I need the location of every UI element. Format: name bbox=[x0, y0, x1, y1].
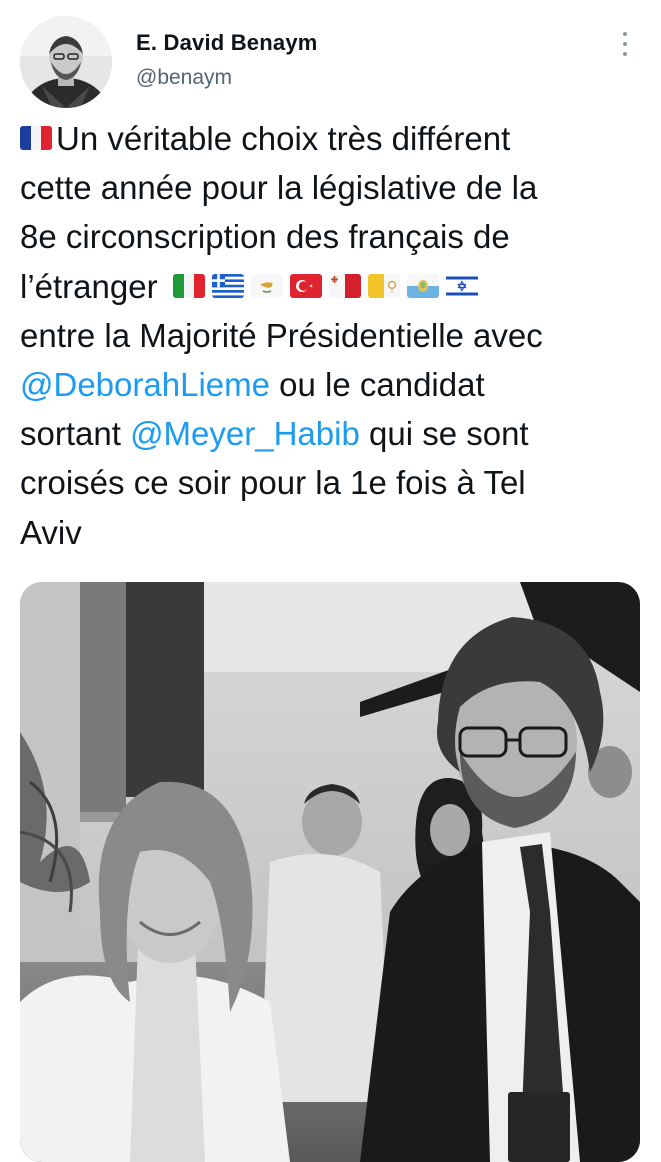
tweet-line-5: entre la Majorité Présidentielle avec bbox=[20, 316, 543, 354]
tweet-line-2: cette année pour la législative de la bbox=[20, 169, 538, 207]
tweet-text: Un véritable choix très différent cette … bbox=[20, 114, 650, 557]
tweet-line: @DeborahLieme ou le candidat bbox=[20, 360, 650, 409]
tweet-line: Un véritable choix très différent bbox=[20, 114, 650, 163]
tweet-line: l’étranger bbox=[20, 262, 650, 311]
mention-deborahlieme-link[interactable]: @DeborahLieme bbox=[20, 366, 270, 403]
tweet-line-6: ou le candidat bbox=[269, 366, 485, 404]
author-handle[interactable]: @benaym bbox=[136, 66, 318, 90]
flag-cyprus-icon bbox=[250, 273, 283, 298]
flag-vatican-icon bbox=[367, 273, 400, 298]
more-options-icon[interactable] bbox=[616, 30, 634, 58]
flag-malta-icon bbox=[328, 273, 361, 298]
flag-san-marino-icon bbox=[406, 273, 439, 298]
tweet-line-8: croisés ce soir pour la 1e fois à Tel bbox=[20, 464, 526, 502]
flag-france-icon bbox=[20, 126, 52, 151]
tweet-line-9: Aviv bbox=[20, 513, 82, 551]
flag-israel-icon bbox=[445, 273, 478, 298]
tweet: E. David Benaym @benaym Un véritable cho… bbox=[0, 0, 661, 1162]
author-info: E. David Benaym @benaym bbox=[136, 30, 318, 90]
tweet-line-7-suffix: qui se sont bbox=[359, 415, 529, 453]
flag-greece-icon bbox=[211, 273, 244, 298]
tweet-line-7-prefix: sortant bbox=[20, 415, 131, 453]
avatar[interactable] bbox=[20, 16, 112, 108]
mention-meyer-habib-link[interactable]: @Meyer_Habib bbox=[130, 415, 360, 452]
tweet-line: sortant @Meyer_Habib qui se sont bbox=[20, 409, 650, 458]
tweet-photo[interactable] bbox=[20, 582, 640, 1162]
author-display-name[interactable]: E. David Benaym bbox=[136, 30, 318, 56]
tweet-line-4: l’étranger bbox=[20, 267, 158, 305]
flag-turkey-icon bbox=[289, 273, 322, 298]
tweet-line-1: Un véritable choix très différent bbox=[56, 120, 511, 157]
tweet-line-3: 8e circonscription des français de bbox=[20, 218, 510, 256]
flag-italy-icon bbox=[172, 273, 205, 298]
